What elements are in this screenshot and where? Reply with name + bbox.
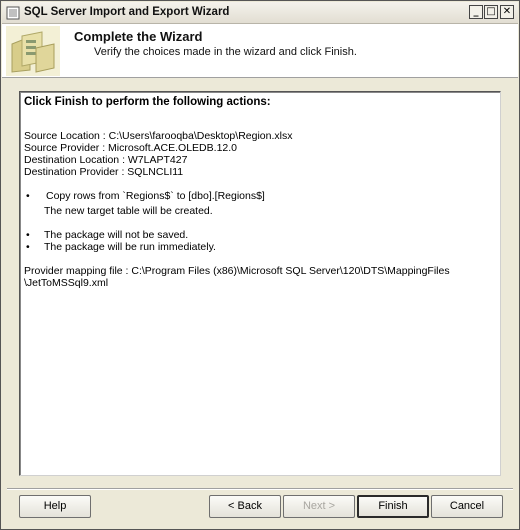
list-item: • Copy rows from `Regions$` to [dbo].[Re… <box>24 190 496 202</box>
window-title: SQL Server Import and Export Wizard <box>24 6 230 18</box>
not-saved-text: The package will not be saved. <box>44 229 189 241</box>
wizard-window: SQL Server Import and Export Wizard _ □ … <box>0 0 520 530</box>
list-item: • The package will be run immediately. <box>24 241 496 253</box>
mapping-file-line1: Provider mapping file : C:\Program Files… <box>24 265 450 277</box>
bullet-marker: • <box>26 190 30 202</box>
copy-rows-text: Copy rows from `Regions$` to [dbo].[Regi… <box>46 190 265 202</box>
bullet-marker: • <box>26 229 30 241</box>
mapping-file-line2: \JetToMSSql9.xml <box>24 277 109 289</box>
finish-button[interactable]: Finish <box>357 495 429 518</box>
close-button[interactable]: ✕ <box>500 5 514 19</box>
page-subtitle: Verify the choices made in the wizard an… <box>94 46 357 58</box>
source-location: Source Location : C:\Users\farooqba\Desk… <box>24 130 293 142</box>
list-item: • The package will not be saved. <box>24 229 496 241</box>
app-icon <box>6 6 20 20</box>
maximize-button[interactable]: □ <box>484 5 498 19</box>
new-table-text: The new target table will be created. <box>44 205 213 217</box>
source-provider: Source Provider : Microsoft.ACE.OLEDB.12… <box>24 142 237 154</box>
next-button[interactable]: Next > <box>283 495 355 518</box>
footer-divider <box>7 488 513 490</box>
run-immediately-text: The package will be run immediately. <box>44 241 216 253</box>
summary-textbox[interactable]: Click Finish to perform the following ac… <box>19 91 501 476</box>
help-button[interactable]: Help <box>19 495 91 518</box>
wizard-header: Complete the Wizard Verify the choices m… <box>2 24 518 78</box>
cancel-button[interactable]: Cancel <box>431 495 503 518</box>
wizard-folder-icon <box>6 26 60 76</box>
destination-provider: Destination Provider : SQLNCLI11 <box>24 166 184 178</box>
page-title: Complete the Wizard <box>74 29 203 44</box>
minimize-button[interactable]: _ <box>469 5 483 19</box>
title-bar: SQL Server Import and Export Wizard _ □ … <box>2 2 518 24</box>
destination-location: Destination Location : W7LAPT427 <box>24 154 188 166</box>
back-button[interactable]: < Back <box>209 495 281 518</box>
summary-intro: Click Finish to perform the following ac… <box>24 96 271 108</box>
bullet-marker: • <box>26 241 30 253</box>
